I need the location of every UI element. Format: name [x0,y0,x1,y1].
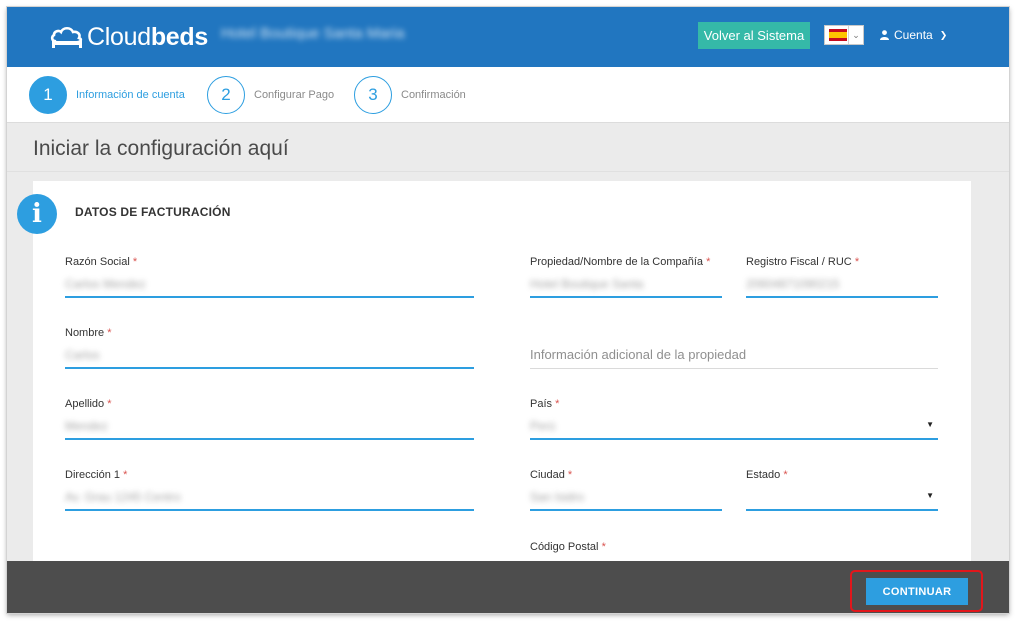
wizard-steps: 1 Información de cuenta 2 Configurar Pag… [7,67,1009,123]
step-label: Confirmación [401,89,466,101]
label-text: Nombre [65,327,105,339]
account-menu[interactable]: Cuenta ❯ [880,28,947,42]
last-name-field[interactable]: Apellido * Mendez [65,398,474,440]
logo-text-regular: Cloud [87,22,151,51]
divider [7,171,1009,172]
cloudbeds-logo[interactable]: Cloudbeds [49,20,208,54]
step-account-info[interactable]: 1 Información de cuenta [29,76,185,114]
field-underline [530,438,938,440]
last-name-value: Mendez [65,419,108,433]
first-name-value: Carlos [65,348,100,362]
company-name-field[interactable]: Propiedad/Nombre de la Compañía * Hotel … [530,256,722,298]
field-label: Estado * [746,469,788,481]
address-1-field[interactable]: Dirección 1 * Av. Grau 1245 Centro [65,469,474,511]
additional-info-placeholder: Información adicional de la propiedad [530,347,747,362]
tax-id-value: 20604871090215 [746,277,840,291]
state-select[interactable]: Estado * ▼ [746,469,938,511]
step-configure-payment[interactable]: 2 Configurar Pago [207,76,334,114]
field-underline [746,509,938,511]
step-number: 3 [354,76,392,114]
spain-flag-icon [829,29,847,41]
tax-id-field[interactable]: Registro Fiscal / RUC * 20604871090215 [746,256,938,298]
label-text: Apellido [65,398,105,410]
required-mark: * [706,256,711,268]
required-mark: * [783,469,788,481]
required-mark: * [854,256,860,268]
step-label: Información de cuenta [76,89,185,101]
field-underline [65,367,474,369]
field-label: Código Postal * [530,541,606,553]
first-name-field[interactable]: Nombre * Carlos [65,327,474,369]
required-mark: * [132,256,138,268]
field-label: Propiedad/Nombre de la Compañía * [530,256,710,268]
browser-frame: Cloudbeds Hotel Boutique Santa Maria Vol… [7,7,1009,613]
page-title: Iniciar la configuración aquí [33,137,289,160]
hotel-name: Hotel Boutique Santa Maria [221,25,405,42]
chevron-down-icon: ❯ [939,29,948,40]
field-underline [65,296,474,298]
logo-text-bold: beds [150,22,208,51]
country-select[interactable]: País * Perú ▼ [530,398,938,440]
field-label: Dirección 1 * [65,469,127,481]
required-mark: * [107,398,112,410]
additional-info-input[interactable]: Información adicional de la propiedad [530,327,938,369]
field-label: País * [530,398,559,410]
required-mark: * [601,541,606,553]
top-navbar: Cloudbeds Hotel Boutique Santa Maria Vol… [7,7,1009,67]
info-icon: i [17,194,57,234]
required-mark: * [123,469,128,481]
field-underline [65,438,474,440]
step-number: 1 [29,76,67,114]
required-mark: * [567,469,573,481]
label-text: Ciudad [530,469,565,481]
field-underline [530,509,722,511]
field-underline [530,368,938,369]
country-value: Perú [530,419,556,433]
label-text: Registro Fiscal / RUC [746,256,852,268]
section-title: DATOS DE FACTURACIÓN [75,205,231,219]
field-label: Registro Fiscal / RUC * [746,256,859,268]
city-value: San Isidro [530,490,585,504]
billing-card [33,181,971,581]
account-label: Cuenta [894,28,933,42]
field-label: Ciudad * [530,469,572,481]
postal-code-field[interactable]: Código Postal * [530,541,938,561]
razon-social-field[interactable]: Razón Social * Carlos Mendez [65,256,474,298]
razon-social-value: Carlos Mendez [65,277,146,291]
field-underline [65,509,474,511]
cloud-bed-icon [50,26,83,48]
field-label: Nombre * [65,327,111,339]
continue-button[interactable]: CONTINUAR [866,578,968,605]
label-text: Razón Social [65,256,130,268]
address-1-value: Av. Grau 1245 Centro [65,490,181,504]
required-mark: * [555,398,560,410]
field-underline [530,296,722,298]
required-mark: * [107,327,112,339]
label-text: País [530,398,553,410]
dropdown-arrow-icon: ▼ [926,491,934,500]
dropdown-arrow-icon: ▼ [926,420,934,429]
step-number: 2 [207,76,245,114]
label-text: Dirección 1 [65,469,121,481]
field-underline [746,296,938,298]
field-label: Apellido * [65,398,111,410]
city-field[interactable]: Ciudad * San Isidro [530,469,722,511]
field-label: Razón Social * [65,256,137,268]
logo-text: Cloudbeds [87,23,208,52]
user-icon [880,30,889,40]
chevron-down-icon: ⌄ [848,26,863,44]
label-text: Código Postal [530,541,599,553]
language-selector[interactable]: ⌄ [824,25,864,45]
company-name-value: Hotel Boutique Santa [530,277,644,291]
step-confirmation[interactable]: 3 Confirmación [354,76,466,114]
label-text: Propiedad/Nombre de la Compañía [530,256,704,268]
label-text: Estado [746,469,781,481]
step-label: Configurar Pago [254,89,335,101]
back-to-system-button[interactable]: Volver al Sistema [698,22,810,49]
